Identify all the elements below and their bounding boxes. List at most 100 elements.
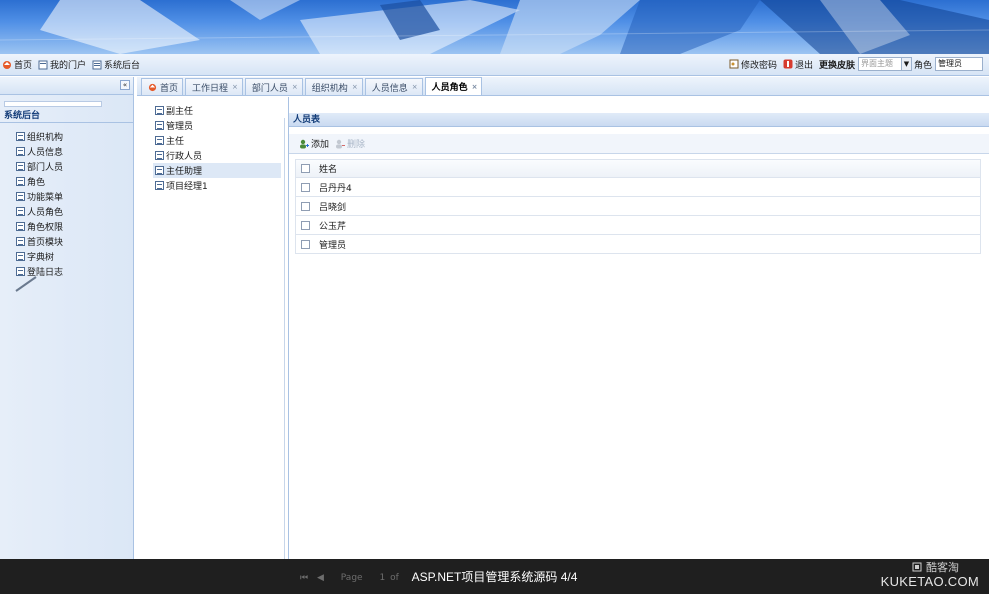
add-button[interactable]: 添加 [299,137,329,150]
watermark-cn-text: 酷客淘 [926,561,959,574]
document-icon [16,177,25,186]
top-link-system[interactable]: 系统后台 [92,58,140,71]
tab-bar: 首页 工作日程 × 部门人员 × 组织机构 × 人员信息 × 人员角色 × [137,77,989,96]
document-icon [155,121,164,130]
document-icon [155,166,164,175]
cell-name: 吕丹丹4 [319,183,352,194]
sidebar-item-label: 人员角色 [27,208,64,218]
sidebar-item-menus[interactable]: 功能菜单 [16,189,63,204]
tab-staff-info[interactable]: 人员信息 × [364,78,423,95]
delete-button[interactable]: 删除 [335,137,365,150]
staff-table: 姓名 吕丹丹4 吕晓剑 公玉芹 管理员 [295,159,981,254]
tab-staff-roles[interactable]: 人员角色 × [424,77,483,95]
sidebar-item-dict-tree[interactable]: 字典树 [16,249,63,264]
add-user-icon [300,139,309,148]
table-row[interactable]: 吕晓剑 [295,197,981,216]
video-caption-bar: ⏮ ◀ Page 1 of ASP.NET项目管理系统源码 4/4 酷客淘 KU… [0,559,989,594]
tab-org[interactable]: 组织机构 × [304,78,363,95]
tab-label: 首页 [160,83,179,94]
role-item-label: 主任 [166,137,185,147]
row-checkbox[interactable] [301,239,310,249]
sidebar-item-label: 首页模块 [27,238,64,248]
select-all-checkbox[interactable] [301,164,310,173]
watermark-en: KUKETAO.COM [880,574,979,589]
sidebar-item-label: 功能菜单 [27,193,64,203]
cell-name: 管理员 [319,240,347,251]
role-item[interactable]: 项目经理1 [155,178,281,193]
role-item[interactable]: 主任 [155,133,281,148]
role-item-label: 管理员 [166,122,194,132]
role-item-label: 主任助理 [166,167,203,177]
role-item-selected[interactable]: 主任助理 [153,163,281,178]
cell-name: 吕晓剑 [319,202,347,213]
close-icon[interactable]: × [352,83,358,91]
close-icon[interactable]: × [232,83,238,91]
sidebar-search[interactable] [4,101,102,107]
role-item-label: 项目经理1 [166,182,208,192]
sidebar-item-roles[interactable]: 角色 [16,174,63,189]
top-link-portal[interactable]: 我的门户 [38,58,86,71]
close-icon[interactable]: × [292,83,298,91]
sidebar-item-role-perms[interactable]: 角色权限 [16,219,63,234]
close-icon[interactable]: × [412,83,418,91]
sidebar-item-label: 字典树 [27,253,55,263]
row-checkbox[interactable] [301,182,310,192]
document-icon [16,147,25,156]
tab-label: 部门人员 [251,83,288,94]
sidebar-item-label: 角色 [27,178,46,188]
tab-label: 人员角色 [431,83,468,93]
tab-home[interactable]: 首页 [141,78,184,95]
change-password-button[interactable]: 修改密码 [729,58,777,71]
portal-icon [38,60,48,69]
sidebar-item-home-modules[interactable]: 首页模块 [16,234,63,249]
tab-label: 组织机构 [311,83,348,94]
row-checkbox[interactable] [301,220,310,230]
top-link-home[interactable]: 首页 [2,58,32,71]
role-item[interactable]: 管理员 [155,118,281,133]
header-banner [0,0,989,54]
document-icon [16,222,25,231]
role-item[interactable]: 行政人员 [155,148,281,163]
role-label: 角色 [913,60,932,71]
change-password-label: 修改密码 [740,60,777,71]
sidebar-item-staff-roles[interactable]: 人员角色 [16,204,63,219]
tab-label: 工作日程 [192,83,229,94]
sidebar-item-org[interactable]: 组织机构 [16,129,63,144]
top-link-label: 我的门户 [50,61,87,71]
top-right-tools: 修改密码 退出 更换皮肤 界面主题 ▼ 角色 管理员 [723,57,983,71]
chevron-down-icon[interactable]: ▼ [901,57,912,71]
top-link-label: 首页 [14,61,33,71]
collapse-sidebar-icon[interactable]: « [120,80,130,90]
table-row[interactable]: 公玉芹 [295,216,981,235]
row-checkbox[interactable] [301,201,310,211]
theme-select[interactable]: 界面主题 [857,57,902,71]
document-icon [155,136,164,145]
sidebar-item-dept-staff[interactable]: 部门人员 [16,159,63,174]
document-icon [155,106,164,115]
logout-button[interactable]: 退出 [783,58,813,71]
home-icon [3,60,11,69]
role-select[interactable]: 管理员 [935,57,983,71]
logout-icon [783,59,793,69]
document-icon [155,151,164,160]
top-toolbar: 首页 我的门户 系统后台 修改密码 退出 更换皮肤 界面主题 ▼ 角色 管理员 [0,54,989,76]
close-icon[interactable]: × [472,83,478,91]
sidebar: « 系统后台 组织机构 人员信息 部门人员 角色 功能菜单 人员角色 角色权限 … [0,77,134,559]
tab-dept-staff[interactable]: 部门人员 × [244,78,303,95]
caption-text: ASP.NET项目管理系统源码 4/4 [411,570,578,584]
column-header-name[interactable]: 姓名 [319,162,980,175]
grid-toolbar: 添加 删除 [289,134,989,154]
document-icon [16,132,25,141]
grid-title: 人员表 [289,113,989,127]
mouse-cursor-icon [15,276,37,292]
tab-schedule[interactable]: 工作日程 × [185,78,243,95]
banner-graphic [0,0,989,54]
sidebar-item-label: 角色权限 [27,223,64,233]
role-item-label: 行政人员 [166,152,203,162]
table-row[interactable]: 管理员 [295,235,981,254]
table-header-row: 姓名 [295,159,981,178]
document-icon [16,192,25,201]
sidebar-item-staff-info[interactable]: 人员信息 [16,144,63,159]
change-theme-label: 更换皮肤 [818,60,855,71]
table-row[interactable]: 吕丹丹4 [295,178,981,197]
